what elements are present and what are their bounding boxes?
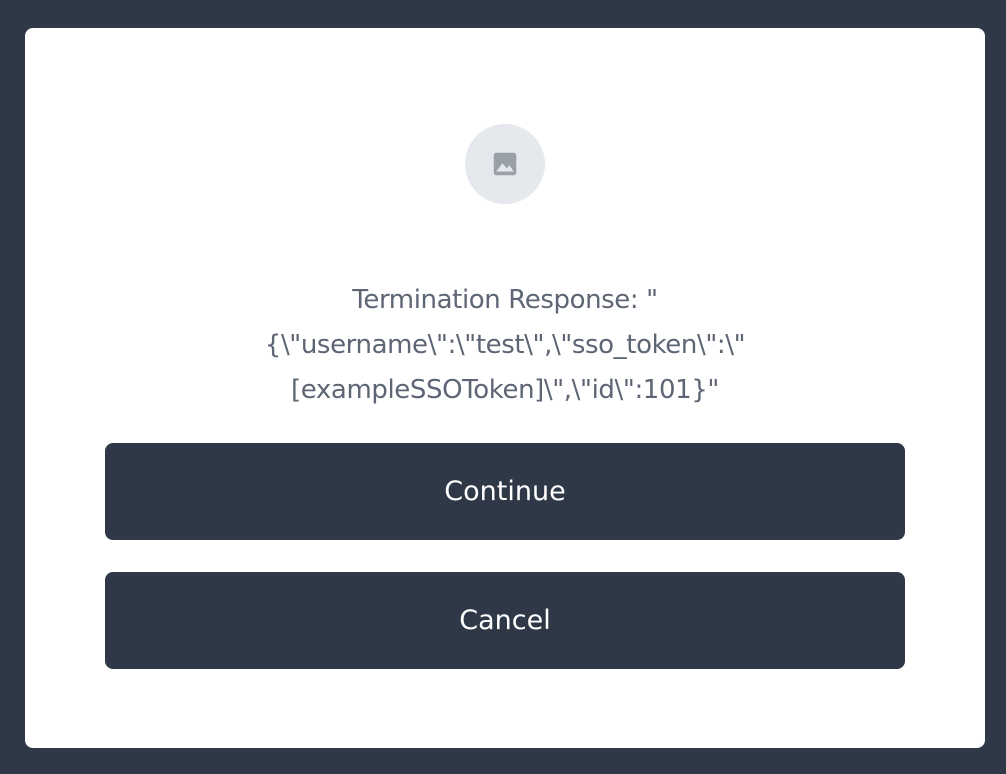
message-line: Termination Response: " — [352, 285, 658, 315]
message-line: {\"username\":\"test\",\"sso_token\":\" — [264, 330, 746, 360]
cancel-button[interactable]: Cancel — [105, 572, 905, 669]
image-icon — [493, 152, 517, 176]
termination-dialog: Termination Response: " {\"username\":\"… — [25, 28, 985, 748]
termination-response-message: Termination Response: " {\"username\":\"… — [205, 278, 805, 413]
image-placeholder-icon — [465, 124, 545, 204]
message-line: [exampleSSOToken]\",\"id\":101}" — [291, 375, 719, 405]
continue-button[interactable]: Continue — [105, 443, 905, 540]
